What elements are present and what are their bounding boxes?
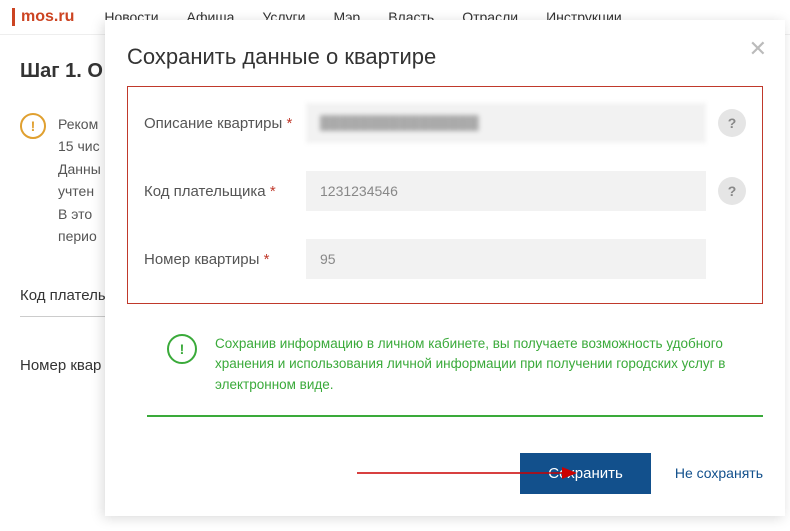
modal-title: Сохранить данные о квартире: [127, 44, 763, 70]
info-icon: !: [167, 334, 197, 364]
help-icon[interactable]: ?: [718, 177, 746, 205]
form-container: Описание квартиры * ? Код плательщика * …: [127, 86, 763, 304]
help-icon[interactable]: ?: [718, 109, 746, 137]
input-apartment-number[interactable]: [306, 239, 706, 279]
label-apartment-number: Номер квартиры *: [144, 251, 294, 268]
warning-icon: !: [20, 113, 46, 139]
row-description: Описание квартиры * ?: [144, 103, 746, 143]
label-description: Описание квартиры *: [144, 115, 294, 132]
label-payer-code: Код плательщика *: [144, 183, 294, 200]
modal-footer: Сохранить Не сохранять: [127, 453, 763, 494]
info-banner: ! Сохранив информацию в личном кабинете,…: [147, 314, 763, 417]
brand-logo[interactable]: mos.ru: [12, 8, 74, 26]
arrow-icon: [357, 466, 577, 480]
input-payer-code[interactable]: [306, 171, 706, 211]
input-description[interactable]: [306, 103, 706, 143]
info-text: Сохранив информацию в личном кабинете, в…: [215, 334, 753, 395]
cancel-button[interactable]: Не сохранять: [675, 465, 763, 481]
close-icon[interactable]: ✕: [749, 38, 767, 60]
row-payer-code: Код плательщика * ?: [144, 171, 746, 211]
row-apartment-number: Номер квартиры *: [144, 239, 746, 279]
save-apartment-modal: ✕ Сохранить данные о квартире Описание к…: [105, 20, 785, 516]
recommendation-text: Реком 15 чис Данны учтен В это перио: [58, 113, 101, 247]
